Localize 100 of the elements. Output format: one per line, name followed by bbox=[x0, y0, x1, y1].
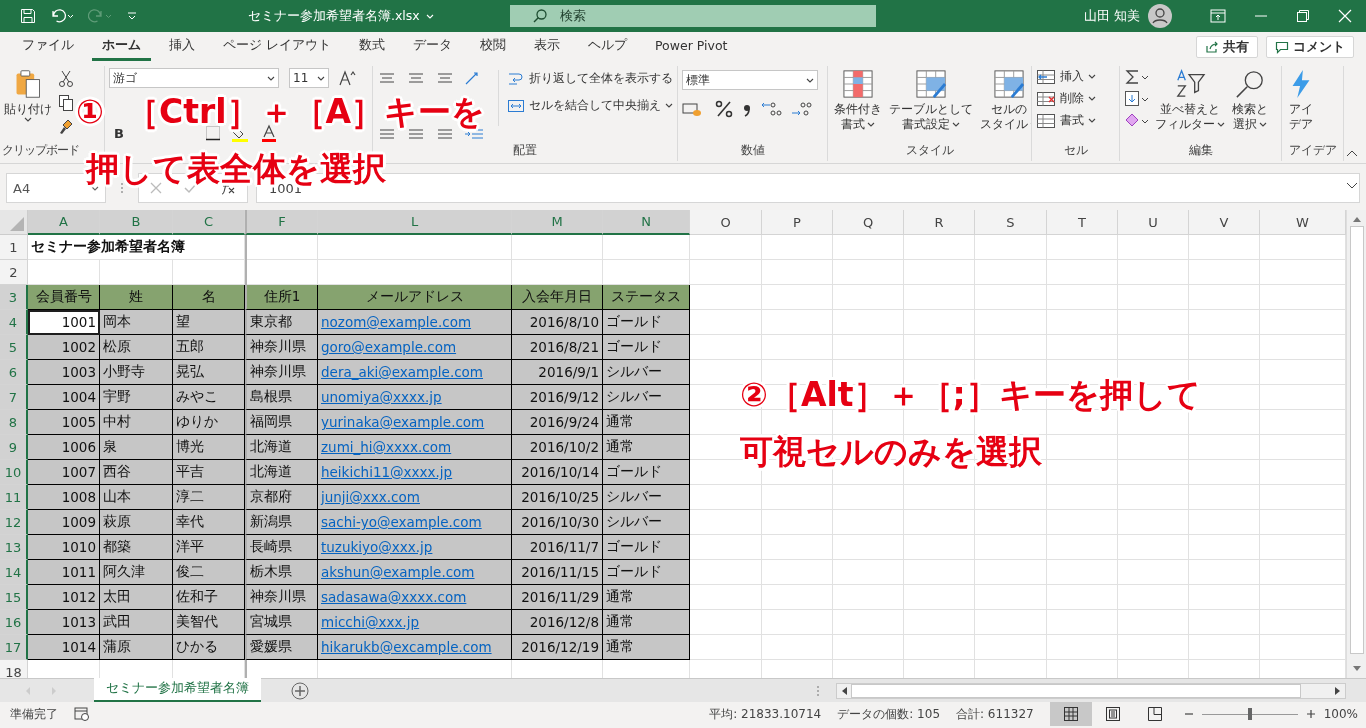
borders-icon[interactable] bbox=[205, 125, 221, 141]
avatar-icon[interactable] bbox=[1148, 4, 1172, 28]
cells-button[interactable]: 挿入 bbox=[1036, 68, 1115, 85]
ribbon-tab[interactable]: 数式 bbox=[349, 33, 395, 61]
column-header[interactable]: R bbox=[904, 210, 975, 235]
row-header[interactable]: 13 bbox=[0, 535, 28, 560]
column-header[interactable]: F bbox=[245, 210, 318, 235]
email-link[interactable]: goro@example.com bbox=[318, 335, 512, 360]
row-header[interactable]: 17 bbox=[0, 635, 28, 660]
ribbon-display-icon[interactable] bbox=[1210, 9, 1226, 23]
column-header[interactable]: Q bbox=[833, 210, 904, 235]
column-header[interactable]: S bbox=[975, 210, 1047, 235]
row-header[interactable]: 5 bbox=[0, 335, 28, 360]
wrap-text-button[interactable]: 折り返して全体を表示する bbox=[507, 70, 673, 87]
table-cell[interactable]: 1005 bbox=[28, 410, 100, 435]
ribbon-tab[interactable]: 挿入 bbox=[159, 33, 205, 61]
merge-center-button[interactable]: セルを結合して中央揃え bbox=[507, 97, 673, 114]
format-painter-icon[interactable] bbox=[58, 118, 74, 136]
ribbon-tab[interactable]: ファイル bbox=[12, 33, 84, 61]
ideas-button[interactable]: アイ デア bbox=[1286, 68, 1316, 133]
share-button[interactable]: 共有 bbox=[1196, 36, 1258, 58]
email-link[interactable]: tuzukiyo@xxx.jp bbox=[318, 535, 512, 560]
email-link[interactable]: micchi@xxx.jp bbox=[318, 610, 512, 635]
customize-icon[interactable] bbox=[126, 10, 138, 22]
email-link[interactable]: akshun@example.com bbox=[318, 560, 512, 585]
fill-icon[interactable] bbox=[1124, 90, 1150, 108]
email-link[interactable]: unomiya@xxxx.jp bbox=[318, 385, 512, 410]
grip-icon[interactable] bbox=[120, 182, 124, 194]
row-header[interactable]: 11 bbox=[0, 485, 28, 510]
table-cell[interactable]: 1012 bbox=[28, 585, 100, 610]
font-name-field[interactable]: 游ゴ bbox=[109, 68, 279, 88]
collapse-ribbon-icon[interactable] bbox=[1346, 149, 1358, 157]
ribbon-tab[interactable]: ヘルプ bbox=[578, 33, 637, 61]
row-header[interactable]: 1 bbox=[0, 235, 28, 260]
table-cell[interactable]: 1014 bbox=[28, 635, 100, 660]
search-field[interactable]: 検索 bbox=[510, 5, 876, 27]
row-header[interactable]: 7 bbox=[0, 385, 28, 410]
email-link[interactable]: zumi_hi@xxxx.com bbox=[318, 435, 512, 460]
add-sheet-icon[interactable] bbox=[291, 681, 309, 700]
table-cell[interactable]: 1013 bbox=[28, 610, 100, 635]
scroll-down-icon[interactable] bbox=[1352, 666, 1361, 672]
font-color-icon[interactable] bbox=[261, 124, 277, 142]
style-button[interactable]: 条件付き 書式 bbox=[832, 68, 884, 133]
editing-button[interactable]: 検索と 選択 bbox=[1230, 68, 1270, 133]
style-button[interactable]: テーブルとして 書式設定 bbox=[887, 68, 975, 133]
scroll-right-icon[interactable] bbox=[1335, 686, 1341, 695]
table-cell[interactable]: 1006 bbox=[28, 435, 100, 460]
row-header[interactable]: 3 bbox=[0, 285, 28, 310]
ribbon-tab[interactable]: ページ レイアウト bbox=[213, 33, 341, 61]
ribbon-tab[interactable]: 校閲 bbox=[470, 33, 516, 61]
email-link[interactable]: dera_aki@example.com bbox=[318, 360, 512, 385]
macro-recording-icon[interactable] bbox=[74, 707, 90, 721]
table-cell[interactable]: 1002 bbox=[28, 335, 100, 360]
copy-icon[interactable] bbox=[58, 94, 74, 112]
row-header[interactable]: 18 bbox=[0, 660, 28, 678]
editing-button[interactable]: 並べ替えと フィルター bbox=[1153, 68, 1227, 133]
column-header[interactable]: O bbox=[690, 210, 762, 235]
column-header[interactable]: L bbox=[318, 210, 512, 235]
row-header[interactable]: 14 bbox=[0, 560, 28, 585]
row-header[interactable]: 4 bbox=[0, 310, 28, 335]
row-header[interactable]: 8 bbox=[0, 410, 28, 435]
undo-icon[interactable] bbox=[50, 8, 74, 24]
table-cell[interactable]: 1007 bbox=[28, 460, 100, 485]
scroll-up-icon[interactable] bbox=[1352, 216, 1361, 222]
row-header[interactable]: 9 bbox=[0, 435, 28, 460]
email-link[interactable]: yurinaka@example.com bbox=[318, 410, 512, 435]
cells-button[interactable]: 削除 bbox=[1036, 90, 1115, 107]
cut-icon[interactable] bbox=[58, 70, 74, 88]
file-name-button[interactable]: セミナー参加希望者名簿.xlsx bbox=[248, 7, 510, 25]
restore-icon[interactable] bbox=[1296, 9, 1310, 23]
paste-button[interactable]: 貼り付け bbox=[2, 68, 54, 142]
column-header[interactable]: W bbox=[1260, 210, 1346, 235]
expand-icon[interactable] bbox=[1346, 182, 1358, 190]
row-header[interactable]: 6 bbox=[0, 360, 28, 385]
vertical-scrollbar[interactable] bbox=[1346, 210, 1366, 678]
column-header[interactable]: B bbox=[100, 210, 173, 235]
column-header[interactable]: M bbox=[512, 210, 603, 235]
zoom-thumb[interactable] bbox=[1247, 708, 1252, 720]
decimal-increase-icon[interactable] bbox=[760, 100, 782, 118]
email-link[interactable]: nozom@example.com bbox=[318, 310, 512, 335]
decimal-decrease-icon[interactable] bbox=[790, 100, 812, 118]
view-button[interactable] bbox=[1049, 702, 1092, 726]
table-cell[interactable]: 1011 bbox=[28, 560, 100, 585]
column-header[interactable]: T bbox=[1047, 210, 1118, 235]
comment-button[interactable]: コメント bbox=[1266, 36, 1354, 58]
ribbon-tab[interactable]: データ bbox=[403, 33, 462, 61]
font-grow-icon[interactable] bbox=[339, 70, 357, 86]
row-header[interactable]: 15 bbox=[0, 585, 28, 610]
email-link[interactable]: heikichi11@xxxx.jp bbox=[318, 460, 512, 485]
row-header[interactable]: 10 bbox=[0, 460, 28, 485]
email-link[interactable]: junji@xxx.com bbox=[318, 485, 512, 510]
column-header[interactable]: C bbox=[173, 210, 245, 235]
number-format-field[interactable]: 標準 bbox=[682, 70, 818, 90]
cells-button[interactable]: 書式 bbox=[1036, 112, 1115, 129]
column-header[interactable]: A bbox=[28, 210, 100, 235]
table-cell[interactable]: 1001 bbox=[28, 310, 100, 335]
table-cell[interactable]: 1008 bbox=[28, 485, 100, 510]
autosum-icon[interactable] bbox=[1124, 68, 1150, 86]
zoom-in-icon[interactable] bbox=[1305, 709, 1316, 719]
close-icon[interactable] bbox=[1338, 9, 1352, 23]
